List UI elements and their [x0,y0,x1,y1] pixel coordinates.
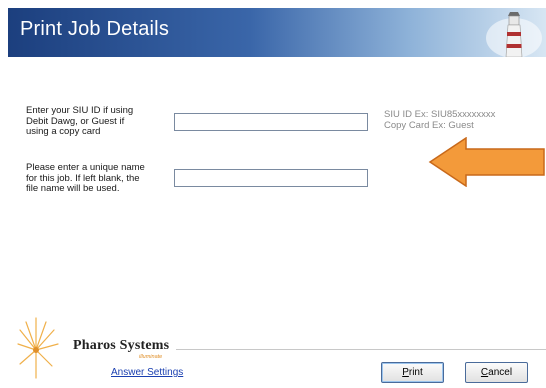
print-button[interactable]: Print [381,362,444,383]
dialog-title: Print Job Details [20,18,170,40]
siu-id-input[interactable] [174,113,368,131]
pharos-starburst-icon [17,317,59,379]
left-arrow-icon [428,137,545,187]
job-name-label: Please enter a unique name for this job.… [26,162,145,194]
header-banner: Print Job Details [8,8,546,57]
answer-settings-link[interactable]: Answer Settings [111,367,183,378]
lighthouse-icon [486,12,542,57]
job-name-input[interactable] [174,169,368,187]
print-job-details-dialog: Print Job Details Enter your SIU ID if u… [0,0,546,388]
pharos-brand-tagline: illuminate [139,354,163,360]
siu-hint-text: SIU ID Ex: SIU85xxxxxxxx Copy Card Ex: G… [384,109,496,131]
siu-id-label: Enter your SIU ID if using Debit Dawg, o… [26,105,134,137]
footer-divider [176,349,546,350]
cancel-button[interactable]: Cancel [465,362,528,383]
pharos-brand-name: Pharos Systems [73,338,170,353]
